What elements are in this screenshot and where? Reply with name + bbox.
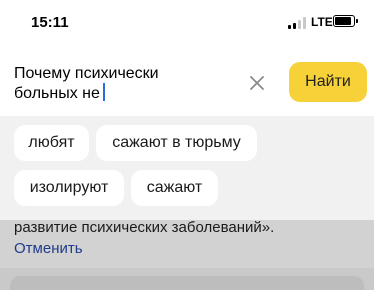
network-type: LTE xyxy=(311,15,333,29)
search-input[interactable]: Почему психически больных не xyxy=(14,65,224,103)
close-icon xyxy=(250,76,264,90)
background-next-card xyxy=(0,268,374,290)
suggestion-chip-3[interactable]: изолируют xyxy=(14,170,124,206)
suggestion-chip-2[interactable]: сажают в тюрьму xyxy=(96,125,257,161)
screen: развитие психических заболеваний». Отмен… xyxy=(0,0,374,290)
search-sheet: 15:11 LTE Почему психически больных не Н… xyxy=(0,0,374,220)
cancel-link[interactable]: Отменить xyxy=(14,239,360,259)
text-caret xyxy=(102,83,105,101)
battery-icon xyxy=(333,15,358,27)
search-query-line-2: больных не xyxy=(14,85,100,102)
suggestion-chip-4[interactable]: сажают xyxy=(131,170,218,206)
find-button[interactable]: Найти xyxy=(289,62,367,102)
status-bar: 15:11 LTE xyxy=(0,0,374,44)
suggestion-chip-1[interactable]: любят xyxy=(14,125,89,161)
suggestion-chips: любят сажают в тюрьму изолируют сажают xyxy=(0,116,374,220)
background-snippet-text: развитие психических заболеваний». xyxy=(14,219,275,236)
search-bar: Почему психически больных не Найти xyxy=(0,44,374,116)
background-card-edge xyxy=(10,276,364,290)
search-query-line-1: Почему психически xyxy=(14,65,159,82)
signal-icon xyxy=(288,17,308,29)
status-time: 15:11 xyxy=(31,14,69,31)
clear-button[interactable] xyxy=(244,70,270,96)
